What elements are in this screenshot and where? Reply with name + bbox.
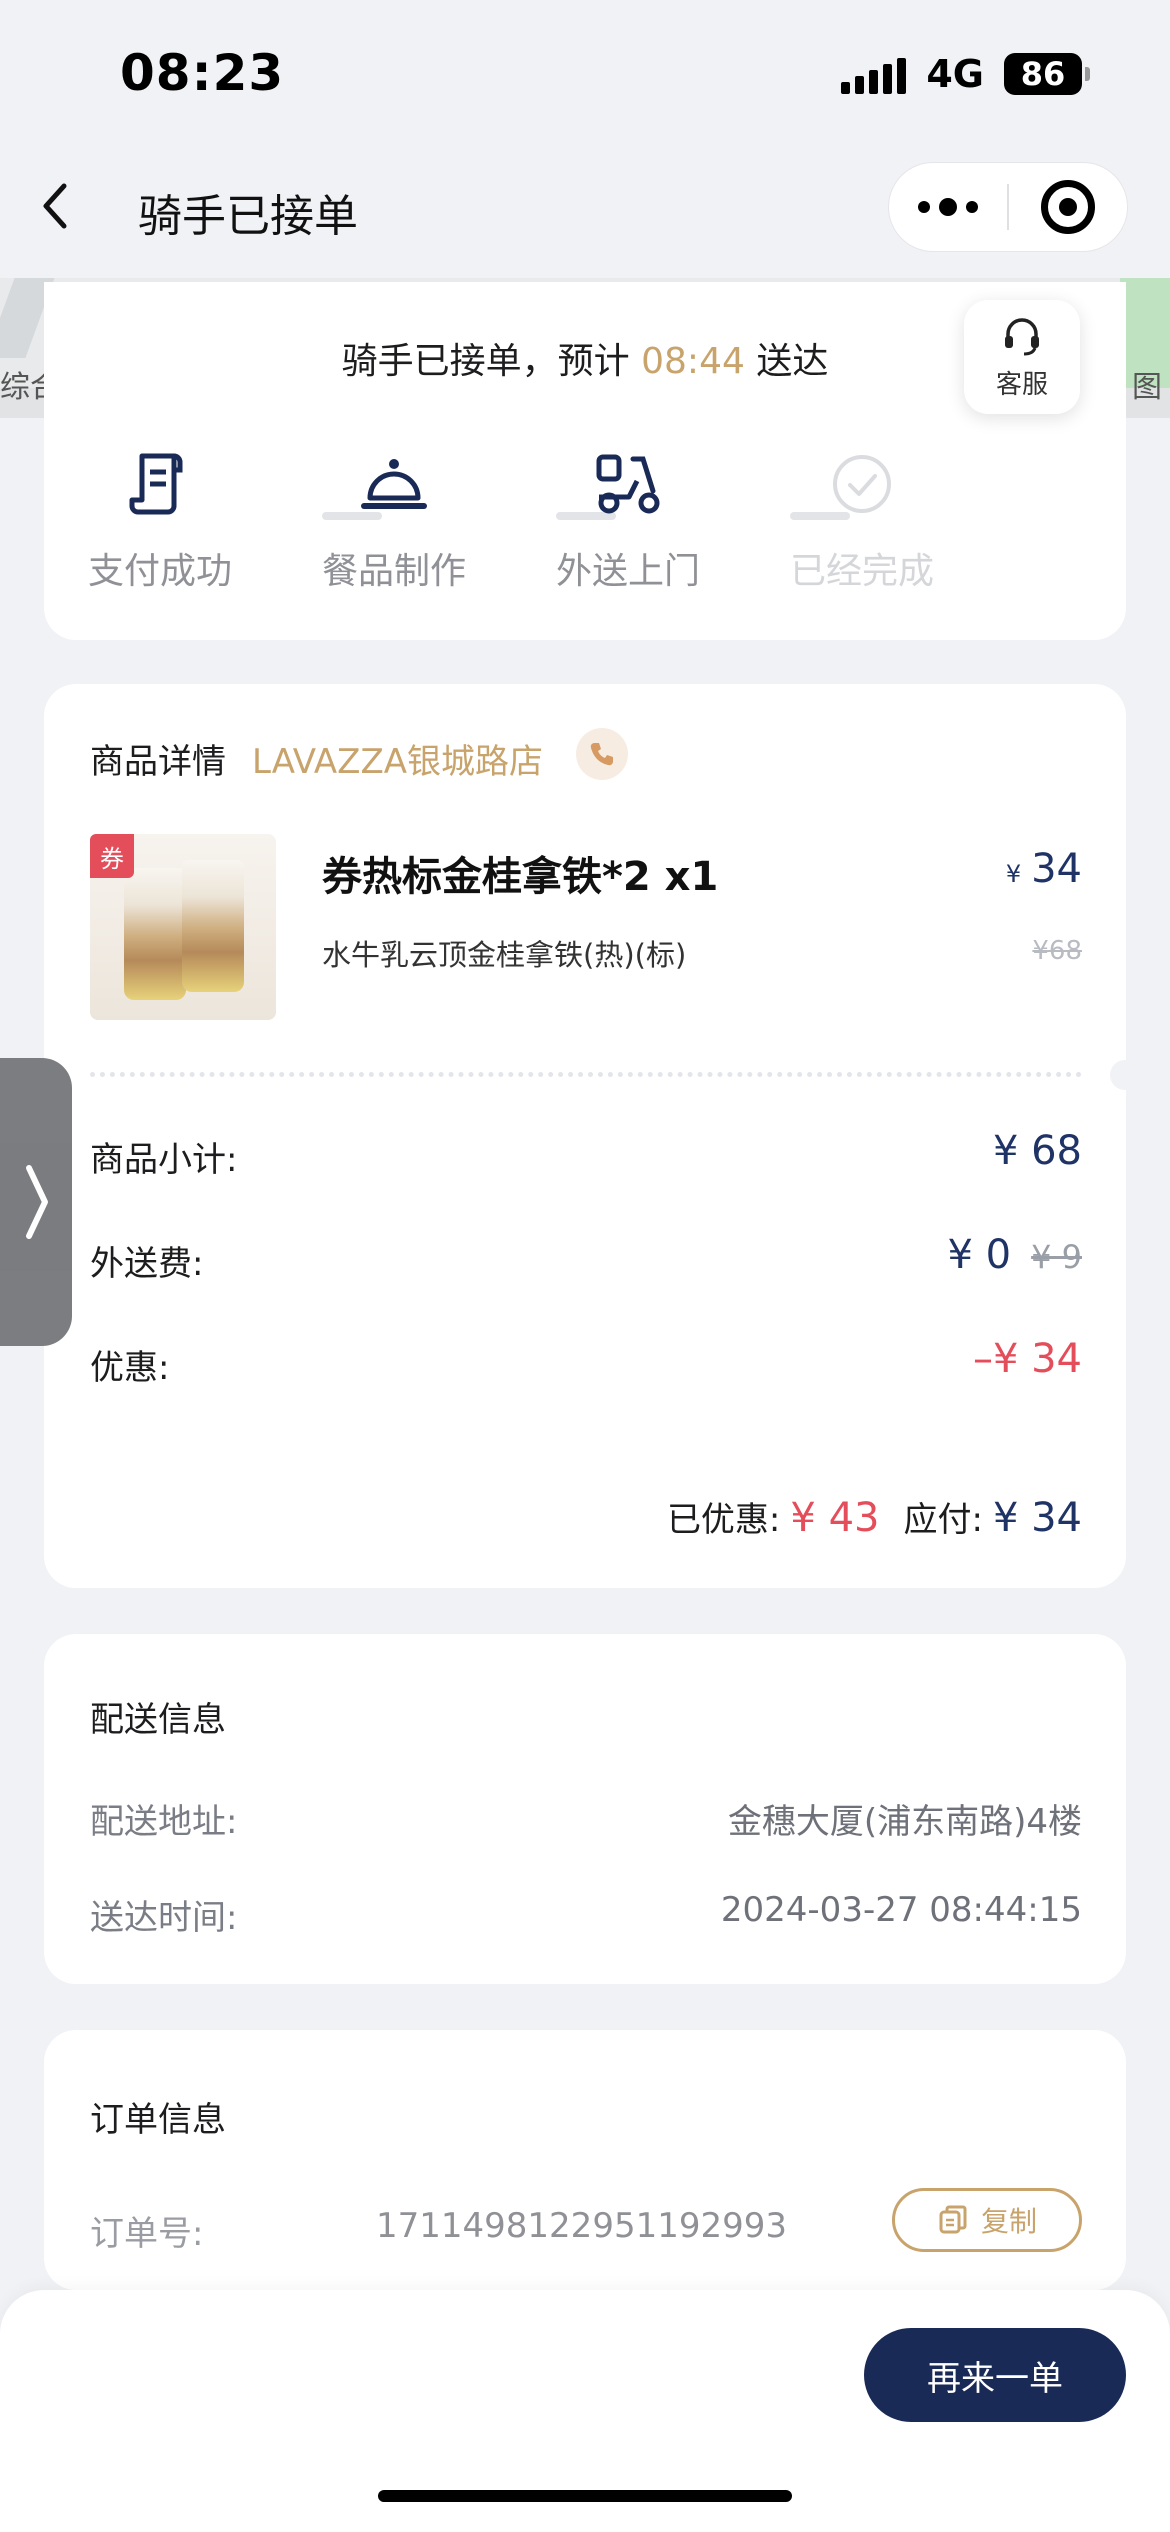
headset-icon (1005, 317, 1039, 355)
step-completed: 已经完成 (762, 444, 962, 594)
copy-icon (939, 2205, 967, 2234)
store-name[interactable]: LAVAZZA银城路店 (252, 734, 543, 783)
product-name: 券热标金桂拿铁*2 x1 (322, 854, 719, 900)
step-paid: 支付成功 (60, 444, 260, 594)
step-delivering: 外送上门 (528, 444, 728, 594)
step-label: 餐品制作 (321, 551, 466, 592)
goods-title: 商品详情 (90, 742, 226, 782)
close-button[interactable] (1009, 180, 1127, 234)
reorder-button[interactable]: 再来一单 (864, 2328, 1126, 2422)
step-preparing: 餐品制作 (294, 444, 494, 594)
subtotal-value: ¥ 68 (992, 1128, 1082, 1174)
order-status-card: 骑手已接单，预计 08:44 送达 客服 支付成功 餐品制作 外送上门 已经完成 (44, 282, 1126, 640)
discount-label: 优惠: (90, 1348, 170, 1388)
order-info-card: 订单信息 订单号: 1711498122951192993 复制 (44, 2030, 1126, 2290)
goods-card: 商品详情 LAVAZZA银城路店 券 券热标金桂拿铁*2 x1 ¥34 水牛乳云… (44, 684, 1140, 1588)
back-button[interactable] (36, 178, 76, 234)
delivery-fee-amount: ¥ 0 (947, 1232, 1012, 1278)
product-original-price: ¥68 (1032, 936, 1082, 966)
product-price: ¥34 (1006, 846, 1082, 892)
delivery-title: 配送信息 (90, 1700, 226, 1740)
coupon-tag: 券 (90, 834, 134, 878)
eta-time: 08:44 (641, 341, 745, 382)
order-title: 订单信息 (90, 2100, 226, 2140)
network-type: 4G (926, 52, 984, 96)
eta-suffix: 送达 (756, 341, 829, 382)
signal-icon (841, 54, 907, 94)
delivery-info-card: 配送信息 配送地址: 金穗大厦(浦东南路)4楼 送达时间: 2024-03-27… (44, 1634, 1126, 1984)
mini-program-capsule (888, 162, 1128, 252)
order-number-label: 订单号: (90, 2214, 204, 2254)
copy-label: 复制 (980, 2205, 1037, 2238)
battery-level: 86 (1004, 53, 1082, 95)
copy-button[interactable]: 复制 (892, 2188, 1082, 2252)
bottom-action-bar: 再来一单 (0, 2290, 1170, 2532)
payable-value: ¥ 34 (992, 1495, 1082, 1541)
currency-symbol: ¥ (1005, 860, 1022, 888)
check-circle-icon (833, 455, 891, 513)
chevron-left-icon (43, 183, 67, 229)
saved-label: 已优惠: (666, 1500, 781, 1540)
step-label: 外送上门 (555, 551, 700, 592)
subtotal-label: 商品小计: (90, 1140, 238, 1180)
target-icon (1041, 180, 1095, 234)
customer-service-button[interactable]: 客服 (964, 300, 1080, 414)
order-number: 1711498122951192993 (376, 2206, 788, 2246)
payment-summary: 已优惠: ¥ 43 应付: ¥ 34 (667, 1492, 1082, 1541)
payable-label: 应付: (903, 1500, 983, 1540)
address-value: 金穗大厦(浦东南路)4楼 (727, 1802, 1082, 1842)
delivery-time-value: 2024-03-27 08:44:15 (720, 1890, 1082, 1930)
chevron-right-icon (26, 1165, 48, 1239)
customer-service-label: 客服 (995, 369, 1048, 400)
saved-value: ¥ 43 (790, 1495, 880, 1541)
divider (90, 1072, 1082, 1077)
delivery-fee-original: ¥ 9 (1031, 1238, 1082, 1276)
delivery-time-label: 送达时间: (90, 1898, 238, 1938)
product-spec: 水牛乳云顶金桂拿铁(热)(标) (322, 938, 687, 972)
status-time: 08:23 (120, 44, 285, 102)
home-indicator[interactable] (378, 2490, 792, 2502)
side-drawer-handle[interactable] (0, 1058, 72, 1346)
map-label-right: 图 (1132, 370, 1162, 405)
price-value: 34 (1031, 846, 1082, 892)
battery-icon: 86 (1004, 53, 1090, 95)
scooter-icon (596, 454, 660, 514)
status-indicators: 4G 86 (841, 52, 1090, 96)
receipt-icon (129, 453, 183, 515)
step-label: 支付成功 (87, 551, 232, 592)
delivery-fee-value: ¥ 0 ¥ 9 (947, 1232, 1082, 1278)
call-store-button[interactable] (576, 728, 628, 780)
cloche-icon (361, 459, 427, 509)
eta-prefix: 骑手已接单，预计 (341, 341, 630, 382)
page-title: 骑手已接单 (138, 191, 358, 242)
step-label: 已经完成 (789, 551, 934, 592)
delivery-fee-label: 外送费: (90, 1244, 204, 1284)
more-button[interactable] (889, 163, 1007, 251)
discount-value: –¥ 34 (972, 1336, 1082, 1382)
address-label: 配送地址: (90, 1802, 238, 1842)
phone-icon (590, 743, 613, 766)
